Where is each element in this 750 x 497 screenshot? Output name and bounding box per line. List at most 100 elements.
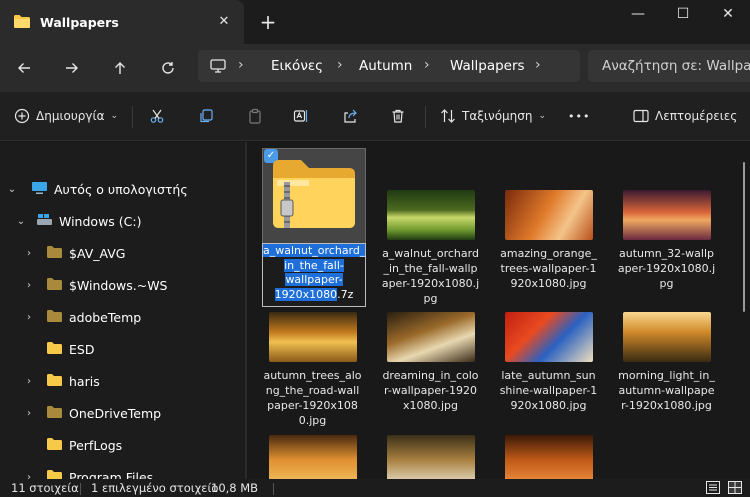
- file-name: dreaming_in_color-wallpaper-1920x1080.jp…: [382, 369, 479, 412]
- back-button[interactable]: [9, 53, 39, 83]
- image-thumbnail: [505, 312, 593, 362]
- tree-label: Windows (C:): [59, 213, 142, 229]
- tree-label: Program Files: [69, 469, 154, 480]
- file-name: morning_light_in_autumn-wallpaper-1920x1…: [618, 369, 715, 412]
- chevron-right-icon: ›: [238, 57, 244, 73]
- tree-item-onedrivetemp[interactable]: › OneDriveTemp: [22, 399, 161, 427]
- tree-item-perflogs[interactable]: PerfLogs: [22, 431, 122, 459]
- folder-dim-icon: [46, 405, 63, 422]
- chevron-down-icon[interactable]: ⌄: [14, 216, 28, 227]
- maximize-button[interactable]: ☐: [661, 0, 705, 30]
- folder-icon: [46, 341, 63, 358]
- tree-item-av-avg[interactable]: › $AV_AVG: [22, 239, 126, 267]
- file-name: autumn_trees_along_the_road-wallpaper-19…: [263, 369, 362, 427]
- refresh-button[interactable]: [153, 53, 183, 83]
- file-item[interactable]: morning_light_in_autumn-wallpaper-1920x1…: [615, 312, 718, 432]
- details-pane-button[interactable]: Λεπτομέρειες: [633, 104, 737, 128]
- cut-button[interactable]: [149, 104, 165, 128]
- chevron-right-icon[interactable]: ›: [22, 280, 36, 291]
- scissors-icon: [150, 109, 164, 123]
- copy-icon: [200, 109, 213, 123]
- chevron-down-icon[interactable]: ⌄: [5, 184, 19, 195]
- share-button[interactable]: [342, 104, 358, 128]
- tree-item-haris[interactable]: › haris: [22, 367, 100, 395]
- file-item[interactable]: amazing_orange_trees-wallpaper-1920x1080…: [497, 148, 600, 308]
- image-thumbnail: [387, 190, 475, 240]
- file-name: amazing_orange_trees-wallpaper-1920x1080…: [500, 247, 597, 290]
- minimize-button[interactable]: —: [616, 0, 660, 30]
- share-icon: [344, 109, 357, 123]
- tree-item-program-files[interactable]: › Program Files: [22, 463, 153, 479]
- sort-icon: [441, 109, 455, 123]
- tree-item-esd[interactable]: ESD: [22, 335, 94, 363]
- forward-button[interactable]: [57, 53, 87, 83]
- tab-wallpapers[interactable]: Wallpapers ✕: [0, 0, 244, 44]
- file-item[interactable]: dreaming_in_color-wallpaper-1920x1080.jp…: [379, 312, 482, 432]
- sort-button[interactable]: Ταξινόμηση ⌄: [440, 104, 546, 128]
- details-pane-label: Λεπτομέρειες: [655, 109, 738, 123]
- status-bar: 11 στοιχεία 1 επιλεγμένο στοιχείο 10,8 M…: [0, 479, 750, 497]
- folder-dim-icon: [46, 277, 63, 294]
- copy-button[interactable]: [198, 104, 214, 128]
- clipboard-icon: [249, 108, 261, 124]
- scrollbar-thumb[interactable]: [743, 162, 745, 312]
- file-item[interactable]: [261, 435, 364, 479]
- refresh-icon: [162, 62, 174, 74]
- file-item[interactable]: [497, 435, 600, 479]
- breadcrumb-autumn[interactable]: Autumn: [359, 58, 412, 74]
- tree-item-adobetemp[interactable]: › adobeTemp: [22, 303, 141, 331]
- image-thumbnail: [387, 435, 475, 479]
- tab-close-button[interactable]: ✕: [213, 11, 235, 33]
- list-view-icon: [706, 481, 720, 494]
- search-box[interactable]: Αναζήτηση σε: Wallpapers: [588, 50, 750, 82]
- tree-label: $AV_AVG: [69, 245, 126, 261]
- selection-count: 1 επιλεγμένο στοιχείο: [91, 481, 219, 495]
- up-button[interactable]: [105, 53, 135, 83]
- vertical-scrollbar[interactable]: [741, 150, 747, 470]
- title-bar: Wallpapers ✕ + — ☐ ✕: [0, 0, 750, 44]
- rename-input[interactable]: a_walnut_orchard_ in_the_fall- wallpaper…: [262, 243, 366, 307]
- breadcrumb-pictures[interactable]: Εικόνες: [271, 58, 323, 74]
- new-button[interactable]: Δημιουργία ⌄: [14, 104, 118, 128]
- details-view-button[interactable]: [706, 481, 720, 497]
- new-button-label: Δημιουργία: [36, 109, 105, 123]
- delete-button[interactable]: [390, 104, 406, 128]
- navigation-pane: ⌄ Αυτός ο υπολογιστής ⌄ Windows (C:) › $…: [0, 142, 245, 479]
- image-thumbnail: [269, 435, 357, 479]
- tiles-view-button[interactable]: [728, 481, 742, 497]
- tree-item-windows-c[interactable]: ⌄ Windows (C:): [14, 207, 141, 235]
- chevron-right-icon[interactable]: ›: [22, 376, 36, 387]
- image-thumbnail: [505, 435, 593, 479]
- new-tab-button[interactable]: +: [256, 10, 280, 34]
- paste-button[interactable]: [247, 104, 263, 128]
- command-bar: Δημιουργία ⌄ Ταξινόμηση ⌄ ••• Λεπτομέρει…: [0, 92, 750, 141]
- tree-item-windows-ws[interactable]: › $Windows.~WS: [22, 271, 168, 299]
- breadcrumb-wallpapers[interactable]: Wallpapers: [450, 58, 525, 74]
- divider: [425, 106, 426, 128]
- file-item[interactable]: late_autumn_sunshine-wallpaper-1920x1080…: [497, 312, 600, 432]
- sort-button-label: Ταξινόμηση: [462, 109, 533, 123]
- divider: [80, 483, 81, 495]
- rename-button[interactable]: [293, 104, 309, 128]
- file-item[interactable]: a_walnut_orchard_in_the_fall-wallpaper-1…: [379, 148, 482, 308]
- chevron-right-icon[interactable]: ›: [22, 472, 36, 480]
- tree-label: adobeTemp: [69, 309, 142, 325]
- arrow-left-icon: [18, 63, 30, 73]
- file-item[interactable]: autumn_32-wallpaper-1920x1080.jpg: [615, 148, 718, 308]
- tree-label: Αυτός ο υπολογιστής: [54, 181, 188, 197]
- chevron-right-icon[interactable]: ›: [22, 408, 36, 419]
- chevron-right-icon: ›: [337, 57, 343, 73]
- more-options-button[interactable]: •••: [568, 104, 590, 128]
- chevron-right-icon[interactable]: ›: [535, 57, 541, 73]
- tree-label: OneDriveTemp: [69, 405, 162, 421]
- address-bar[interactable]: › Εικόνες › Autumn › Wallpapers ›: [198, 50, 580, 82]
- file-item[interactable]: autumn_trees_along_the_road-wallpaper-19…: [261, 312, 364, 432]
- file-name: autumn_32-wallpaper-1920x1080.jpg: [617, 247, 716, 290]
- search-input[interactable]: Αναζήτηση σε: Wallpapers: [602, 58, 750, 74]
- image-thumbnail: [387, 312, 475, 362]
- close-window-button[interactable]: ✕: [706, 0, 750, 30]
- chevron-right-icon[interactable]: ›: [22, 248, 36, 259]
- chevron-right-icon[interactable]: ›: [22, 312, 36, 323]
- file-item[interactable]: [379, 435, 482, 479]
- tree-item-this-pc[interactable]: ⌄ Αυτός ο υπολογιστής: [5, 175, 188, 203]
